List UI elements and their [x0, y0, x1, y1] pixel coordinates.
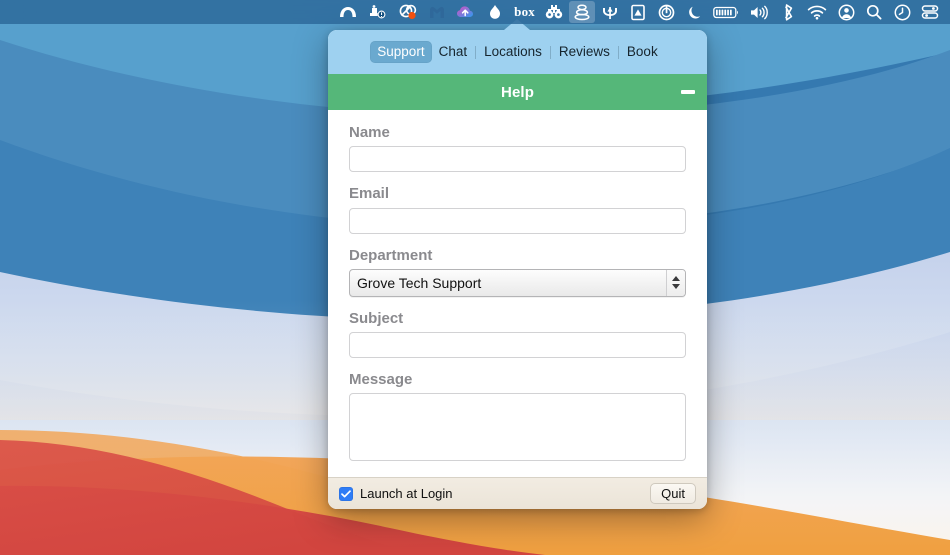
time-machine-icon[interactable]: [889, 1, 915, 23]
email-label: Email: [349, 185, 390, 203]
tab-support[interactable]: Support: [370, 41, 432, 63]
tab-reviews[interactable]: Reviews: [552, 41, 617, 63]
name-input[interactable]: [349, 146, 686, 173]
department-label: Department: [349, 246, 433, 264]
control-center-icon[interactable]: [917, 1, 943, 23]
message-label: Message: [349, 371, 413, 388]
cloud-upload-icon[interactable]: [452, 1, 480, 23]
spotlight-search-icon[interactable]: [861, 1, 887, 23]
wifi-icon[interactable]: [803, 1, 831, 23]
tab-separator: [617, 45, 619, 59]
box-icon[interactable]: box: [510, 1, 539, 23]
launch-at-login-checkbox[interactable]: [339, 486, 353, 501]
help-popover-window: Support Chat Locations Reviews Book Help…: [328, 19, 707, 509]
email-input[interactable]: [349, 207, 686, 234]
tab-locations[interactable]: Locations: [477, 41, 549, 63]
tab-list: Support Chat Locations Reviews Book: [370, 41, 664, 63]
tab-chat[interactable]: Chat: [432, 41, 475, 63]
message-textarea[interactable]: [349, 393, 686, 462]
box-label: box: [514, 4, 535, 19]
page-title: Help: [501, 83, 534, 101]
tab-separator: [475, 45, 477, 59]
carbon-copy-cloner-icon[interactable]: [364, 1, 392, 23]
tab-separator: [549, 45, 551, 59]
moon-icon[interactable]: [681, 1, 707, 23]
volume-icon[interactable]: [745, 1, 773, 23]
power-icon[interactable]: [653, 1, 679, 23]
trident-icon[interactable]: [597, 1, 623, 23]
binoculars-icon[interactable]: [541, 1, 567, 23]
minimize-button[interactable]: [679, 83, 697, 101]
pancake-stack-icon[interactable]: [569, 1, 595, 23]
aperture-document-icon[interactable]: [625, 1, 651, 23]
department-select[interactable]: Grove Tech Support: [349, 268, 686, 297]
bluetooth-icon[interactable]: [775, 1, 801, 23]
field-subject: Subject: [349, 310, 686, 358]
launch-at-login-label: Launch at Login: [360, 486, 453, 501]
popover-footer: Launch at Login Quit: [328, 477, 707, 509]
name-label: Name: [349, 124, 390, 141]
field-name: Name: [349, 124, 686, 173]
cleanmymac-icon[interactable]: [394, 1, 422, 23]
backblaze-icon[interactable]: [334, 1, 362, 23]
field-email: Email: [349, 185, 686, 234]
subject-input[interactable]: [349, 332, 686, 358]
department-select-wrapper: Grove Tech Support: [349, 268, 686, 297]
quit-button[interactable]: Quit: [650, 483, 696, 504]
menu-bar: box: [0, 0, 950, 24]
launch-at-login-control[interactable]: Launch at Login: [339, 486, 453, 501]
support-form: Name Email Department Grove Tech Support: [328, 110, 707, 477]
checkmark-icon: [341, 489, 351, 497]
user-account-icon[interactable]: [833, 1, 859, 23]
field-message: Message: [349, 371, 686, 466]
popover-tab-bar: Support Chat Locations Reviews Book: [328, 30, 707, 74]
help-header-bar: Help: [328, 74, 707, 110]
mullvad-icon[interactable]: [424, 1, 450, 23]
minus-icon: [681, 90, 695, 94]
subject-label: Subject: [349, 309, 404, 327]
flame-icon[interactable]: [482, 1, 508, 23]
tab-book[interactable]: Book: [620, 41, 665, 63]
battery-icon[interactable]: [709, 1, 743, 23]
field-department: Department Grove Tech Support: [349, 247, 686, 297]
